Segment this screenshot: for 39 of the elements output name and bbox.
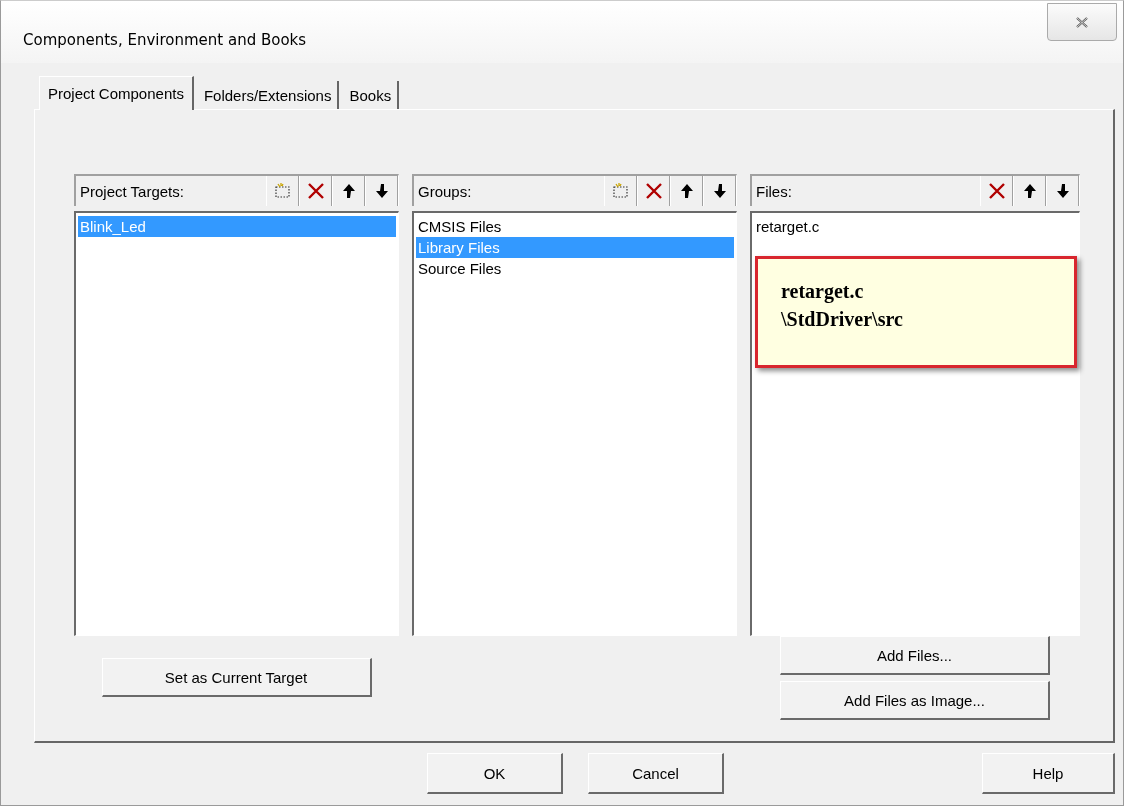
move-down-button[interactable] <box>1046 176 1079 206</box>
dialog-button[interactable]: Help <box>982 753 1115 794</box>
down-arrow-icon <box>374 183 389 199</box>
delete-icon <box>644 183 663 199</box>
list-title: Project Targets: <box>80 182 184 200</box>
action-button[interactable]: Add Files as Image... <box>780 681 1050 720</box>
dialog-button[interactable]: Cancel <box>588 753 724 794</box>
new-item-icon <box>611 183 630 199</box>
list-title: Groups: <box>418 182 472 200</box>
action-button[interactable]: Add Files... <box>780 636 1050 675</box>
list-item[interactable]: CMSIS Files <box>416 216 734 237</box>
tab[interactable]: Project Components <box>39 76 194 110</box>
move-down-button[interactable] <box>703 176 736 206</box>
window-title: Components, Environment and Books <box>23 31 307 49</box>
delete-icon <box>987 183 1006 199</box>
new-item-button[interactable] <box>604 176 637 206</box>
move-up-button[interactable] <box>332 176 365 206</box>
new-item-icon <box>273 183 292 199</box>
close-icon <box>1076 16 1088 28</box>
move-down-button[interactable] <box>365 176 398 206</box>
tooltip-text: \StdDriver\src <box>781 307 904 332</box>
move-up-button[interactable] <box>670 176 703 206</box>
down-arrow-icon <box>712 183 727 199</box>
up-arrow-icon <box>341 183 356 199</box>
action-button[interactable]: Set as Current Target <box>101 658 372 697</box>
list-title: Files: <box>756 182 792 200</box>
tooltip-text: retarget.c <box>781 279 865 305</box>
up-arrow-icon <box>679 183 694 199</box>
delete-button[interactable] <box>980 176 1013 206</box>
new-item-button[interactable] <box>266 176 299 206</box>
dialog-button[interactable]: OK <box>427 753 563 794</box>
delete-button[interactable] <box>637 176 670 206</box>
list-item[interactable]: Source Files <box>416 258 734 279</box>
move-up-button[interactable] <box>1013 176 1046 206</box>
down-arrow-icon <box>1055 183 1070 199</box>
delete-button[interactable] <box>299 176 332 206</box>
list-item[interactable]: retarget.c <box>754 216 1077 237</box>
up-arrow-icon <box>1022 183 1037 199</box>
delete-icon <box>306 183 325 199</box>
